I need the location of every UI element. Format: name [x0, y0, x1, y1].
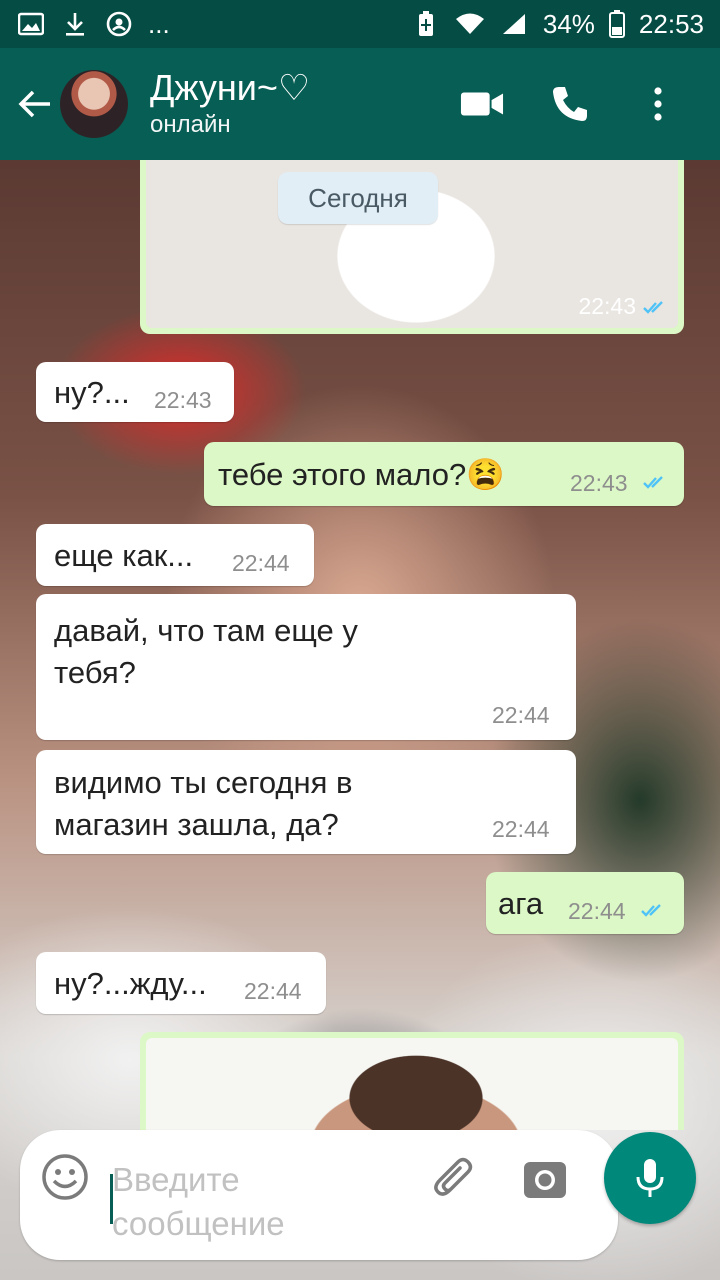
message-text: еще как... — [54, 538, 194, 573]
video-call-button[interactable] — [460, 82, 504, 126]
contact-status: онлайн — [150, 111, 231, 138]
incoming-message[interactable]: ну?... 22:43 — [36, 362, 234, 422]
attach-button[interactable] — [430, 1154, 480, 1204]
message-text: ну?...жду... — [54, 966, 207, 1001]
signal-icon — [499, 9, 529, 39]
message-time: 22:44 — [492, 816, 550, 842]
message-time: 22:44 — [232, 550, 290, 576]
phone-icon — [553, 87, 587, 121]
message-text: ну?... — [54, 375, 130, 410]
message-time: 22:44 — [492, 702, 550, 728]
double-check-icon — [643, 300, 663, 314]
message-photo[interactable] — [146, 1038, 678, 1130]
wifi-icon — [455, 9, 485, 39]
emoji-button[interactable] — [40, 1152, 90, 1202]
message-time: 22:43 — [578, 293, 636, 319]
incoming-message[interactable]: еще как... 22:44 — [36, 524, 314, 586]
incoming-message[interactable]: видимо ты сегодня в магазин зашла, да? 2… — [36, 750, 576, 854]
incoming-message[interactable]: давай, что там еще у тебя? 22:44 — [36, 594, 576, 740]
status-bar: ... 34% 22:53 — [0, 0, 720, 48]
camera-button[interactable] — [520, 1154, 570, 1204]
message-time: 22:43 — [154, 387, 212, 413]
battery-saver-icon — [411, 9, 441, 39]
microphone-icon — [636, 1159, 664, 1197]
status-time: 22:53 — [638, 8, 704, 39]
message-composer: Введите сообщение — [20, 1130, 618, 1260]
contact-info[interactable]: Джуни~♡ онлайн — [150, 67, 460, 141]
paperclip-icon — [434, 1157, 473, 1196]
double-check-icon — [643, 476, 663, 489]
contact-name: Джуни~♡ — [150, 67, 311, 108]
arrow-left-icon — [18, 90, 50, 118]
message-input[interactable]: Введите сообщение — [112, 1158, 402, 1246]
download-icon — [60, 9, 90, 39]
whatsapp-icon — [104, 9, 134, 39]
image-meta: 22:43 — [578, 293, 670, 320]
smiley-icon — [42, 1154, 88, 1200]
voice-record-button[interactable] — [604, 1132, 696, 1224]
avatar[interactable] — [60, 70, 128, 138]
outgoing-message[interactable]: ага 22:44 — [486, 872, 684, 934]
chat-area[interactable]: 22:43 Сегодня ну?... 22:43 тебе этого ма… — [0, 160, 720, 1130]
more-vertical-icon — [654, 87, 662, 121]
message-time: 22:43 — [570, 470, 628, 496]
camera-icon — [524, 1162, 566, 1198]
status-more-text: ... — [148, 8, 170, 39]
voice-call-button[interactable] — [548, 82, 592, 126]
status-left: ... — [16, 9, 170, 40]
status-right: 34% 22:53 — [411, 9, 704, 40]
menu-button[interactable] — [636, 82, 680, 126]
message-text: видимо ты сегодня в магазин зашла, да? — [54, 765, 353, 842]
date-chip: Сегодня — [278, 172, 438, 224]
outgoing-message[interactable]: тебе этого мало?😫 22:43 — [204, 442, 684, 506]
message-text: ага — [498, 886, 544, 921]
video-camera-icon — [460, 92, 504, 116]
message-text: давай, что там еще у тебя? — [54, 613, 358, 690]
double-check-icon — [641, 904, 661, 917]
message-time: 22:44 — [244, 978, 302, 1004]
image-message[interactable] — [140, 1032, 684, 1130]
message-time: 22:44 — [568, 898, 626, 924]
header-actions — [460, 82, 680, 126]
battery-percent: 34% — [542, 8, 595, 39]
battery-icon — [608, 9, 625, 39]
message-text: тебе этого мало?😫 — [218, 457, 505, 492]
chat-header: Джуни~♡ онлайн — [0, 48, 720, 160]
incoming-message[interactable]: ну?...жду... 22:44 — [36, 952, 326, 1014]
image-icon — [16, 9, 46, 39]
